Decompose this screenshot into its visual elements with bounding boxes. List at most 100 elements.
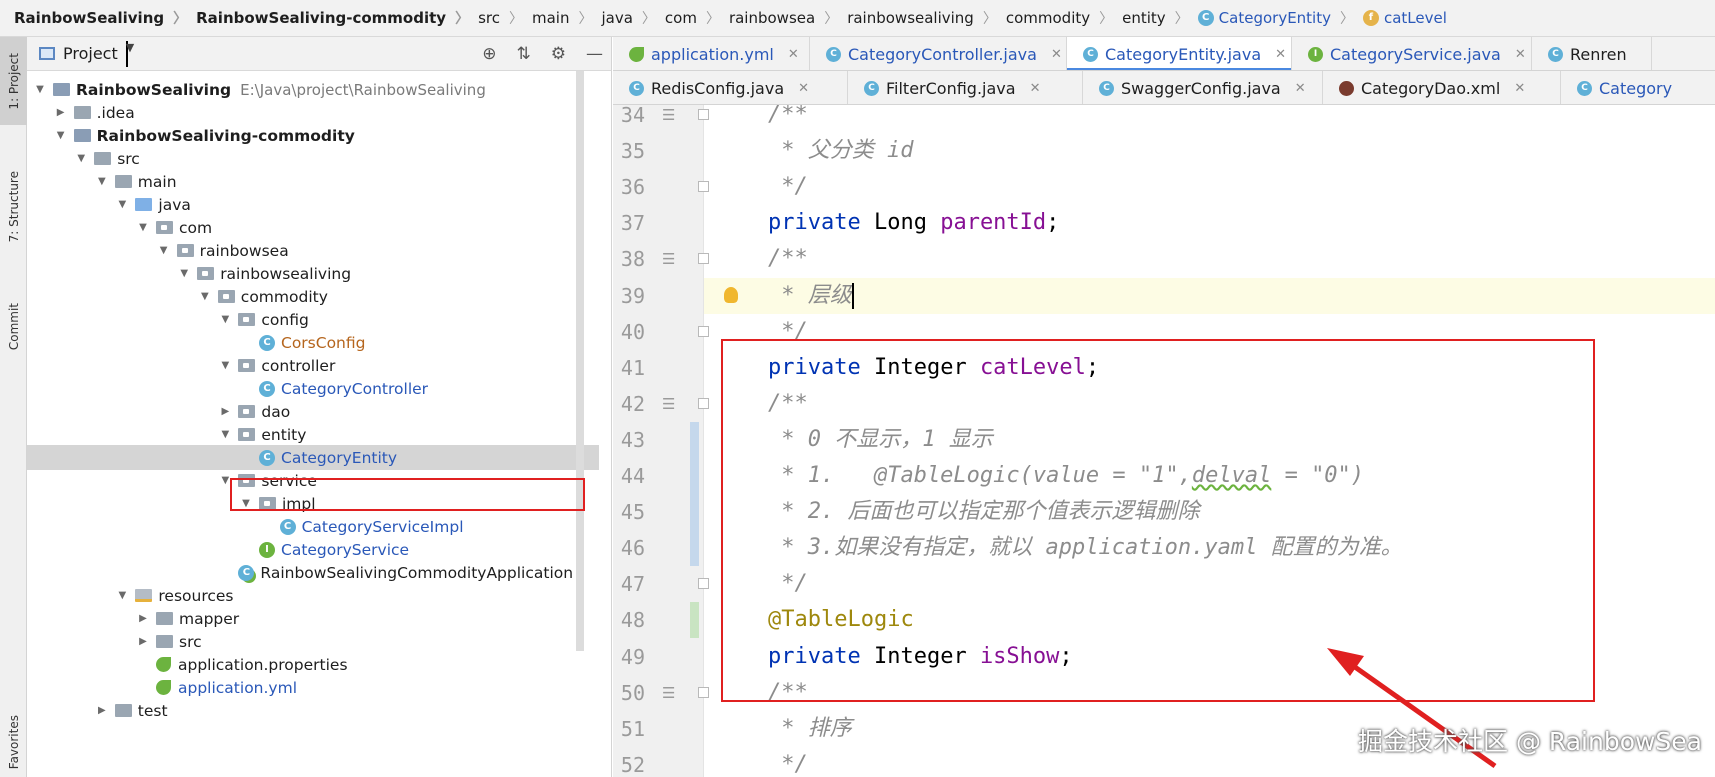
chevron-right-icon[interactable]: ▶ (136, 636, 150, 647)
project-tool-tab[interactable]: 1: Project (0, 37, 27, 125)
fold-icon[interactable] (698, 686, 709, 698)
tree-item[interactable]: ▼ entity (27, 422, 599, 447)
tree-item[interactable]: C RainbowSealivingCommodityApplication (27, 560, 599, 585)
tree-item[interactable]: C CorsConfig (27, 330, 599, 355)
tree-item[interactable]: C CategoryController (27, 376, 599, 401)
tree-item[interactable]: application.properties (27, 652, 599, 677)
render-doc-icon[interactable]: ☰ (662, 105, 675, 133)
fold-icon[interactable] (698, 109, 709, 120)
chevron-down-icon[interactable]: ▼ (115, 199, 129, 210)
render-doc-icon[interactable]: ☰ (662, 675, 675, 711)
fold-icon[interactable] (698, 397, 709, 409)
project-panel-title[interactable]: Project (63, 44, 118, 63)
code-line[interactable]: /** (768, 105, 808, 133)
tree-item[interactable]: C CategoryServiceImpl (27, 514, 599, 539)
editor-tab[interactable]: application.yml ✕ (613, 37, 810, 70)
locate-icon[interactable]: ⊕ (482, 44, 496, 64)
breadcrumb-item[interactable]: src 〉 (478, 8, 532, 28)
tree-item[interactable]: ▼ resources (27, 583, 599, 608)
chevron-down-icon[interactable]: ▼ (115, 590, 129, 601)
tree-item[interactable]: ▼ java (27, 192, 599, 217)
change-modified-marker[interactable] (690, 494, 699, 531)
editor-tab[interactable]: I CategoryService.java ✕ (1292, 37, 1532, 70)
tree-item[interactable]: ▼ rainbowsea (27, 238, 599, 263)
commit-tool-tab[interactable]: Commit (0, 287, 27, 367)
close-icon[interactable]: ✕ (788, 47, 799, 62)
close-icon[interactable]: ✕ (1051, 47, 1062, 62)
render-doc-icon[interactable]: ☰ (662, 241, 675, 277)
project-scrollbar[interactable] (576, 71, 584, 651)
editor-tab[interactable]: C CategoryController.java ✕ (810, 37, 1067, 70)
breadcrumb-item[interactable]: java 〉 (601, 8, 664, 28)
tree-item[interactable]: ▶ .idea (27, 100, 599, 125)
tree-item[interactable]: application.yml (27, 675, 599, 700)
code-line[interactable]: private Long parentId; (768, 205, 1059, 241)
breadcrumb-item[interactable]: com 〉 (665, 8, 729, 28)
tree-item[interactable]: ▶ test (27, 698, 599, 723)
editor-tab[interactable]: C Renren (1532, 37, 1652, 70)
breadcrumb-item[interactable]: commodity 〉 (1006, 8, 1122, 28)
code-line[interactable]: /** (768, 241, 808, 277)
change-modified-marker[interactable] (690, 458, 699, 494)
code-line[interactable]: */ (768, 747, 808, 777)
tree-item[interactable]: ▶ mapper (27, 606, 599, 631)
close-icon[interactable]: ✕ (1295, 81, 1306, 96)
close-icon[interactable]: ✕ (798, 81, 809, 96)
chevron-down-icon[interactable]: ▼ (95, 176, 109, 187)
tree-item[interactable]: ▶ dao (27, 399, 599, 424)
tree-item[interactable]: ▼ main (27, 169, 599, 194)
code-line[interactable]: * 父分类 id (768, 133, 913, 169)
close-icon[interactable]: ✕ (1275, 47, 1286, 62)
chevron-down-icon[interactable]: ▼ (74, 153, 88, 164)
collapse-all-icon[interactable]: ⇅ (517, 44, 531, 64)
render-doc-icon[interactable]: ☰ (662, 386, 675, 422)
chevron-down-icon[interactable]: ▼ (136, 222, 150, 233)
editor-tab[interactable]: C RedisConfig.java ✕ (613, 71, 848, 104)
fold-icon[interactable] (698, 253, 709, 265)
breadcrumb-item[interactable]: rainbowsea 〉 (729, 8, 847, 28)
chevron-down-icon[interactable]: ▼ (33, 84, 47, 95)
tree-item[interactable]: ▼ controller (27, 353, 599, 378)
tree-item[interactable]: C CategoryEntity (27, 445, 599, 470)
chevron-down-icon[interactable]: ▼ (218, 429, 232, 440)
close-icon[interactable]: ✕ (1030, 81, 1041, 96)
tree-item[interactable]: ▼ com (27, 215, 599, 240)
structure-tool-tab[interactable]: 7: Structure (0, 137, 27, 277)
chevron-right-icon[interactable]: ▶ (218, 406, 232, 417)
editor-tab[interactable]: C Category (1561, 71, 1715, 104)
gear-icon[interactable]: ⚙ (551, 44, 566, 64)
breadcrumb-item[interactable]: RainbowSealiving 〉 (14, 8, 196, 28)
chevron-right-icon[interactable]: ▶ (136, 613, 150, 624)
change-added-marker[interactable] (690, 602, 699, 639)
favorites-tool-tab[interactable]: Favorites (0, 707, 27, 777)
tree-item[interactable]: ▼ rainbowsealiving (27, 261, 599, 286)
fold-icon[interactable] (698, 181, 709, 193)
hide-icon[interactable]: — (586, 44, 603, 64)
editor-tab[interactable]: CategoryDao.xml ✕ (1323, 71, 1561, 104)
tree-item[interactable]: ▼ RainbowSealiving E:\Java\project\Rainbow… (27, 77, 599, 102)
tree-item[interactable]: ▼ RainbowSealiving-commodity (27, 123, 599, 148)
fold-icon[interactable] (698, 578, 709, 590)
editor-tab[interactable]: C FilterConfig.java ✕ (848, 71, 1083, 104)
chevron-down-icon[interactable]: ▼ (125, 40, 134, 67)
breadcrumb-item[interactable]: main 〉 (532, 8, 601, 28)
editor-tab[interactable]: C CategoryEntity.java ✕ (1067, 37, 1292, 70)
breadcrumb-item[interactable]: rainbowsealiving 〉 (847, 8, 1006, 28)
chevron-right-icon[interactable]: ▶ (54, 107, 68, 118)
breadcrumb-item[interactable]: RainbowSealiving-commodity 〉 (196, 8, 478, 28)
code-line[interactable]: * 排序 (768, 711, 852, 747)
chevron-down-icon[interactable]: ▼ (198, 291, 212, 302)
tree-item[interactable]: ▼ commodity (27, 284, 599, 309)
chevron-down-icon[interactable]: ▼ (54, 130, 68, 141)
breadcrumb-item[interactable]: f catLevel (1362, 9, 1447, 27)
chevron-down-icon[interactable]: ▼ (157, 245, 171, 256)
breadcrumb-item[interactable]: entity 〉 (1122, 8, 1198, 28)
breadcrumb-item[interactable]: C CategoryEntity 〉 (1197, 8, 1363, 28)
tree-item[interactable]: ▼ config (27, 307, 599, 332)
fold-icon[interactable] (698, 325, 709, 337)
chevron-down-icon[interactable]: ▼ (218, 360, 232, 371)
close-icon[interactable]: ✕ (1515, 47, 1526, 62)
close-icon[interactable]: ✕ (1514, 81, 1525, 96)
chevron-down-icon[interactable]: ▼ (177, 268, 191, 279)
editor-tab[interactable]: C SwaggerConfig.java ✕ (1083, 71, 1323, 104)
